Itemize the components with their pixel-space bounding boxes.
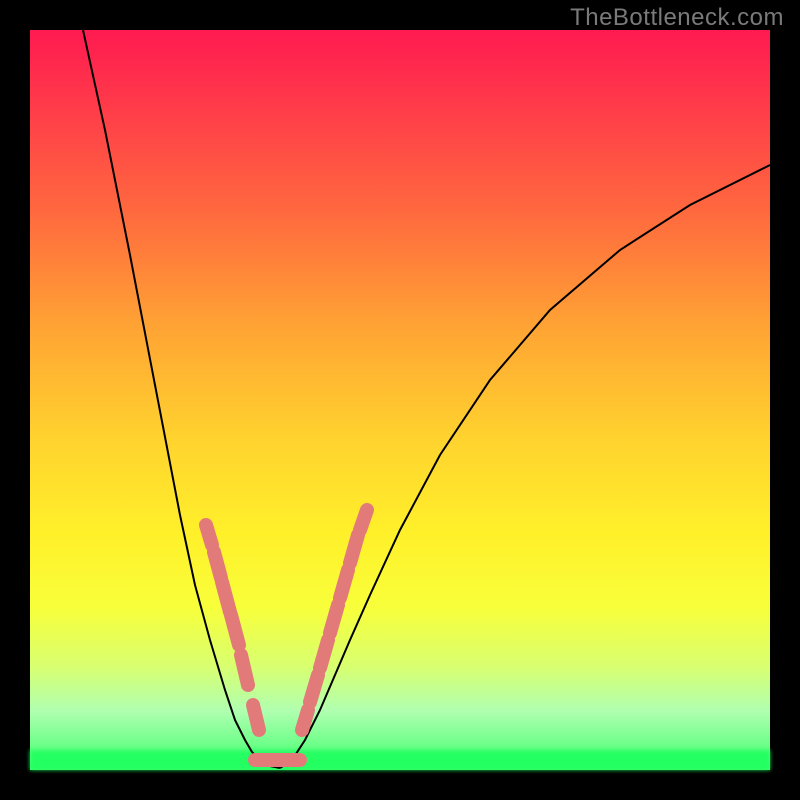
accent-segment <box>206 525 212 545</box>
accent-segment <box>340 570 348 598</box>
accent-segment <box>360 510 367 530</box>
accent-segment <box>231 615 239 645</box>
accent-segment <box>214 552 221 578</box>
accent-segment <box>302 710 308 730</box>
accent-segment <box>253 705 259 730</box>
curve-left <box>83 30 280 768</box>
watermark-text: TheBottleneck.com <box>570 4 784 32</box>
curve-right <box>280 165 770 768</box>
accent-segment <box>241 655 248 685</box>
accent-right-group <box>302 510 367 730</box>
accent-segment <box>320 640 328 668</box>
accent-left-group <box>206 525 259 730</box>
accent-segment <box>310 675 318 702</box>
chart-frame: TheBottleneck.com <box>0 0 800 800</box>
curve-layer <box>30 30 770 770</box>
accent-segment <box>222 582 230 612</box>
accent-segment <box>350 535 358 563</box>
accent-segment <box>330 605 338 633</box>
